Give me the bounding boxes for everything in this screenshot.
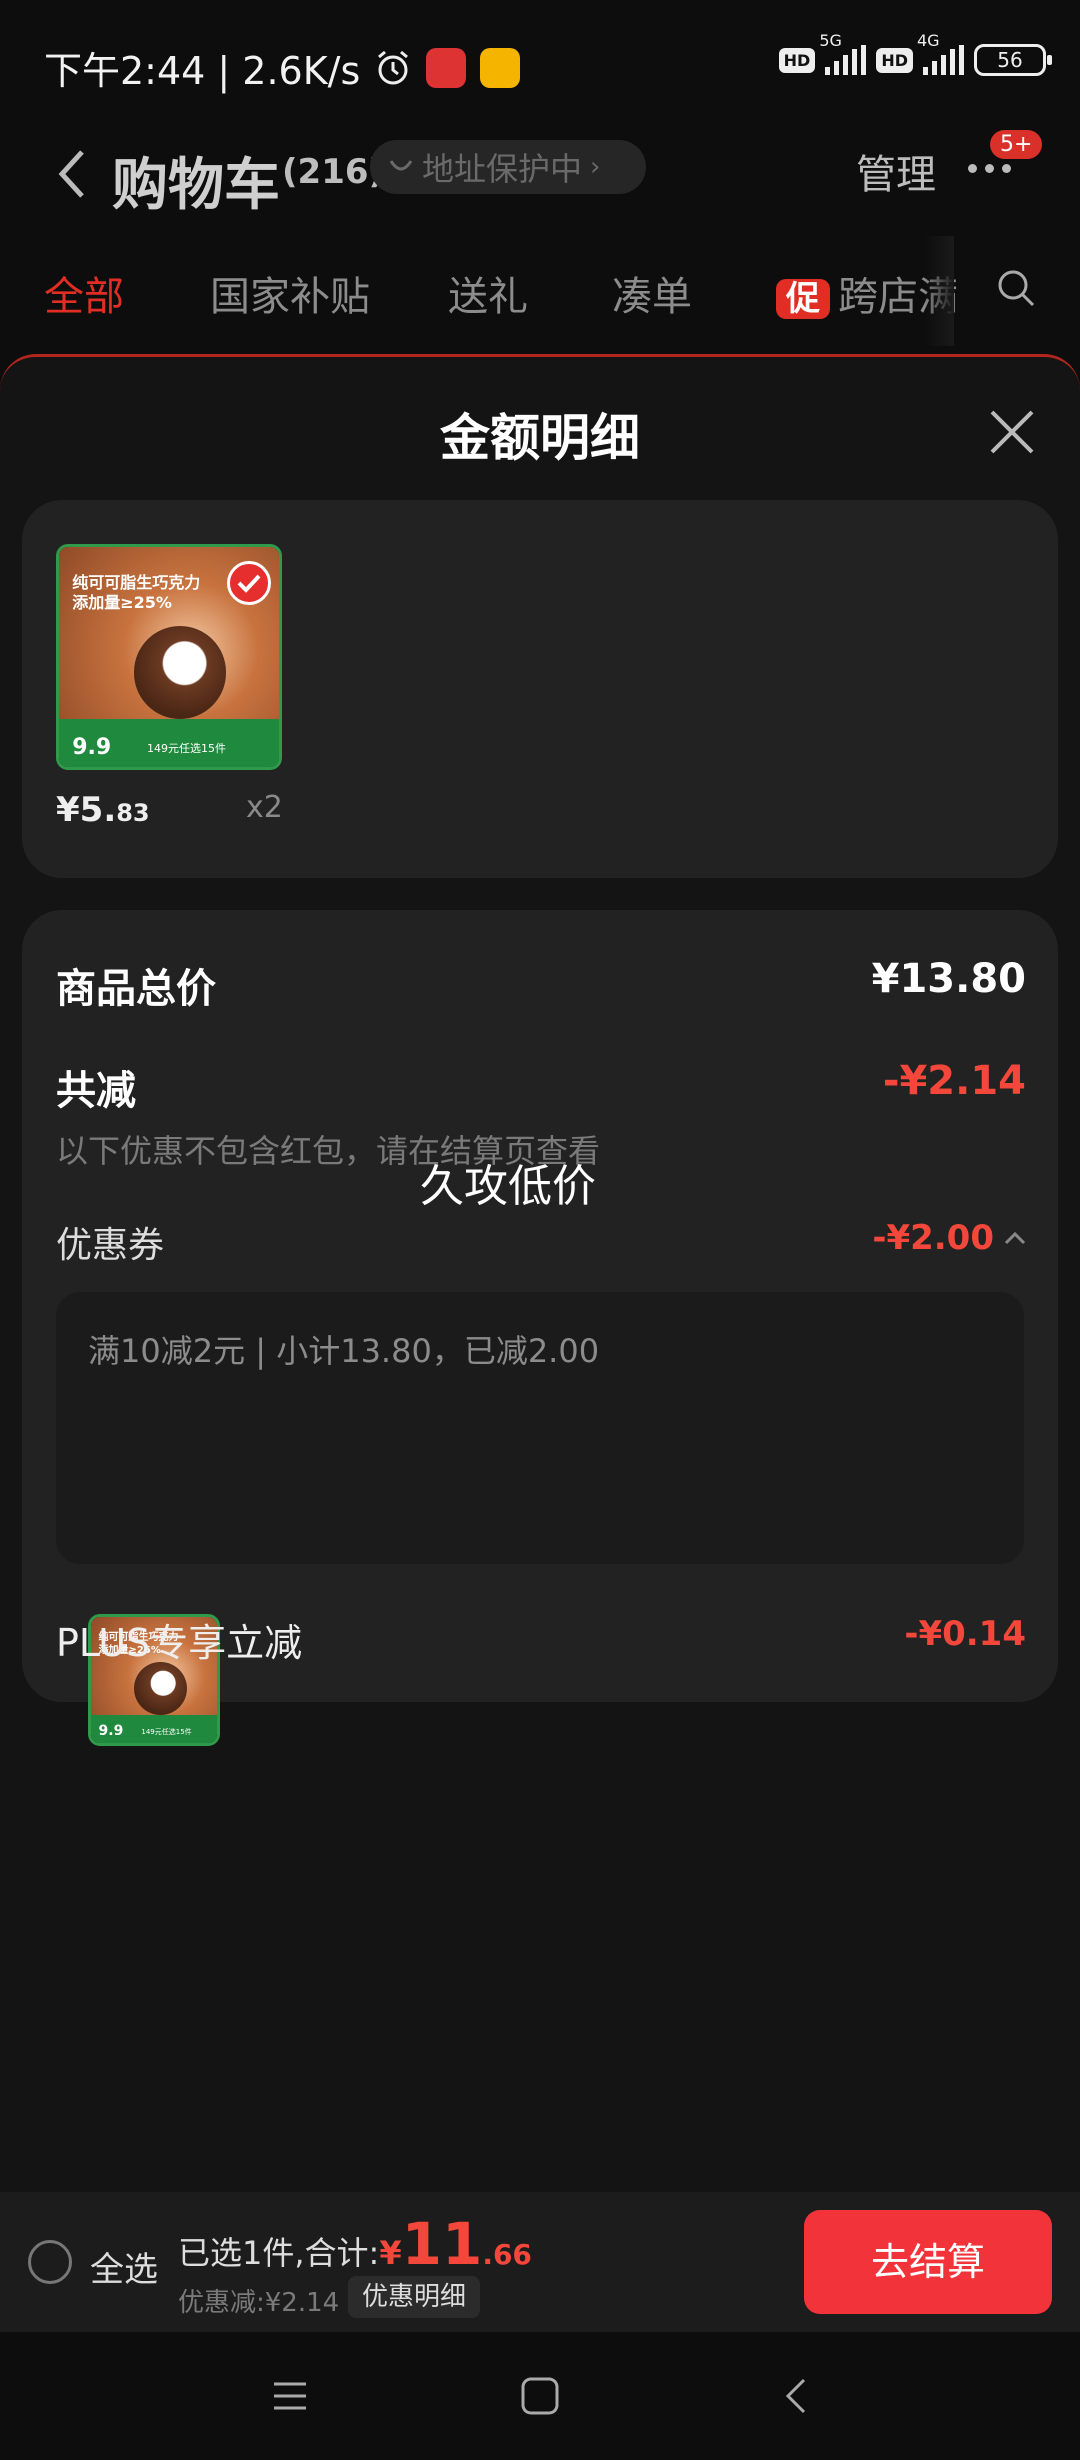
weibo-icon xyxy=(480,47,521,88)
cart-header: 购物车 (216) 地址保护中 › 管理 5+ xyxy=(0,120,1080,220)
system-nav-bar xyxy=(0,2332,1080,2460)
menu-icon[interactable] xyxy=(270,2376,310,2416)
filter-tabs: 全部 国家补贴 送礼 凑单 促跨店满 xyxy=(0,250,1080,340)
plus-label: PLUS专享立减 xyxy=(56,1621,303,1665)
tab-gift[interactable]: 送礼 xyxy=(448,264,528,322)
signal-5g-icon: 5G xyxy=(819,31,867,75)
selected-count: 已选1件,合计: xyxy=(178,2234,380,2272)
status-bar: 下午2:44 | 2.6K/s HD 5G HD 4G 56 xyxy=(0,0,1080,130)
hd-icon-2: HD xyxy=(876,47,913,73)
thumb-title: 纯可可脂生巧克力 添加量≥25% xyxy=(72,573,201,613)
more-icon[interactable] xyxy=(968,164,1011,173)
select-all-label[interactable]: 全选 xyxy=(90,2242,158,2291)
alarm-icon xyxy=(378,50,409,84)
tab-national-subsidy[interactable]: 国家补贴 xyxy=(210,264,370,322)
discount-label: 共减 xyxy=(56,1068,136,1114)
discount-detail-button[interactable]: 优惠明细 xyxy=(348,2276,481,2318)
subtotal-label: 商品总价 xyxy=(56,966,216,1012)
checkout-button[interactable]: 去结算 xyxy=(804,2210,1052,2314)
chevron-right-icon: › xyxy=(590,152,601,182)
chevron-up-icon xyxy=(1004,1231,1026,1245)
search-icon[interactable] xyxy=(996,268,1036,308)
cart-count: (216) xyxy=(282,152,385,192)
tab-add-on[interactable]: 凑单 xyxy=(612,264,692,322)
quantity: x2 xyxy=(246,790,283,825)
coupon-value: -¥2.00 xyxy=(872,1218,994,1258)
back-icon[interactable] xyxy=(54,146,88,212)
coupon-toggle[interactable]: -¥2.00 xyxy=(872,1218,1026,1258)
signal-4g-icon: 4G xyxy=(917,31,964,75)
select-all-radio[interactable] xyxy=(28,2240,72,2284)
hd-icon: HD xyxy=(778,47,816,73)
thumb-price: 9.9 xyxy=(72,735,112,761)
product-thumbnail[interactable]: 纯可可脂生巧克力 添加量≥25% 9.9 149元任选15件 xyxy=(56,544,282,770)
tab-fade xyxy=(924,236,954,346)
time-speed: 下午2:44 | 2.6K/s xyxy=(44,49,361,93)
smile-icon xyxy=(389,160,413,171)
back-nav-icon[interactable] xyxy=(776,2376,816,2416)
thumb2-subtext: 149元任选15件 xyxy=(141,1727,192,1736)
close-icon[interactable] xyxy=(984,404,1040,460)
manage-button[interactable]: 管理 xyxy=(856,142,936,200)
subtotal-value: ¥13.80 xyxy=(871,956,1026,1002)
saved-amount: 优惠减:¥2.14 xyxy=(178,2288,340,2318)
sheet-title: 金额明细 xyxy=(440,409,640,467)
address-protect-chip[interactable]: 地址保护中 › xyxy=(370,140,646,194)
status-right: HD 5G HD 4G 56 xyxy=(778,31,1052,76)
coupon-description: 满10减2元 | 小计13.80，已减2.00 xyxy=(88,1332,600,1370)
address-label: 地址保护中 xyxy=(422,150,583,188)
page-title: 购物车 xyxy=(112,153,280,218)
plus-value: -¥0.14 xyxy=(904,1614,1026,1654)
thumb2-price: 9.9 xyxy=(98,1723,124,1740)
coupon-label: 优惠券 xyxy=(56,1225,165,1266)
order-summary: 已选1件,合计: ¥11.66 xyxy=(178,2210,532,2278)
overlay-caption: 久攻低价 xyxy=(420,1161,596,1212)
status-left: 下午2:44 | 2.6K/s xyxy=(44,40,521,95)
message-badge: 5+ xyxy=(990,130,1043,159)
home-icon[interactable] xyxy=(520,2376,560,2416)
battery-icon: 56 xyxy=(974,44,1052,76)
promo-badge: 促 xyxy=(776,279,830,319)
total-amount: ¥11.66 xyxy=(379,2210,532,2278)
thumb-subtext: 149元任选15件 xyxy=(147,742,226,755)
tab-all[interactable]: 全部 xyxy=(44,264,124,322)
unit-price: ¥5.83 xyxy=(56,790,150,830)
app-notification-icon xyxy=(426,47,467,88)
selected-check-icon xyxy=(227,561,271,605)
discount-value: -¥2.14 xyxy=(882,1058,1026,1104)
